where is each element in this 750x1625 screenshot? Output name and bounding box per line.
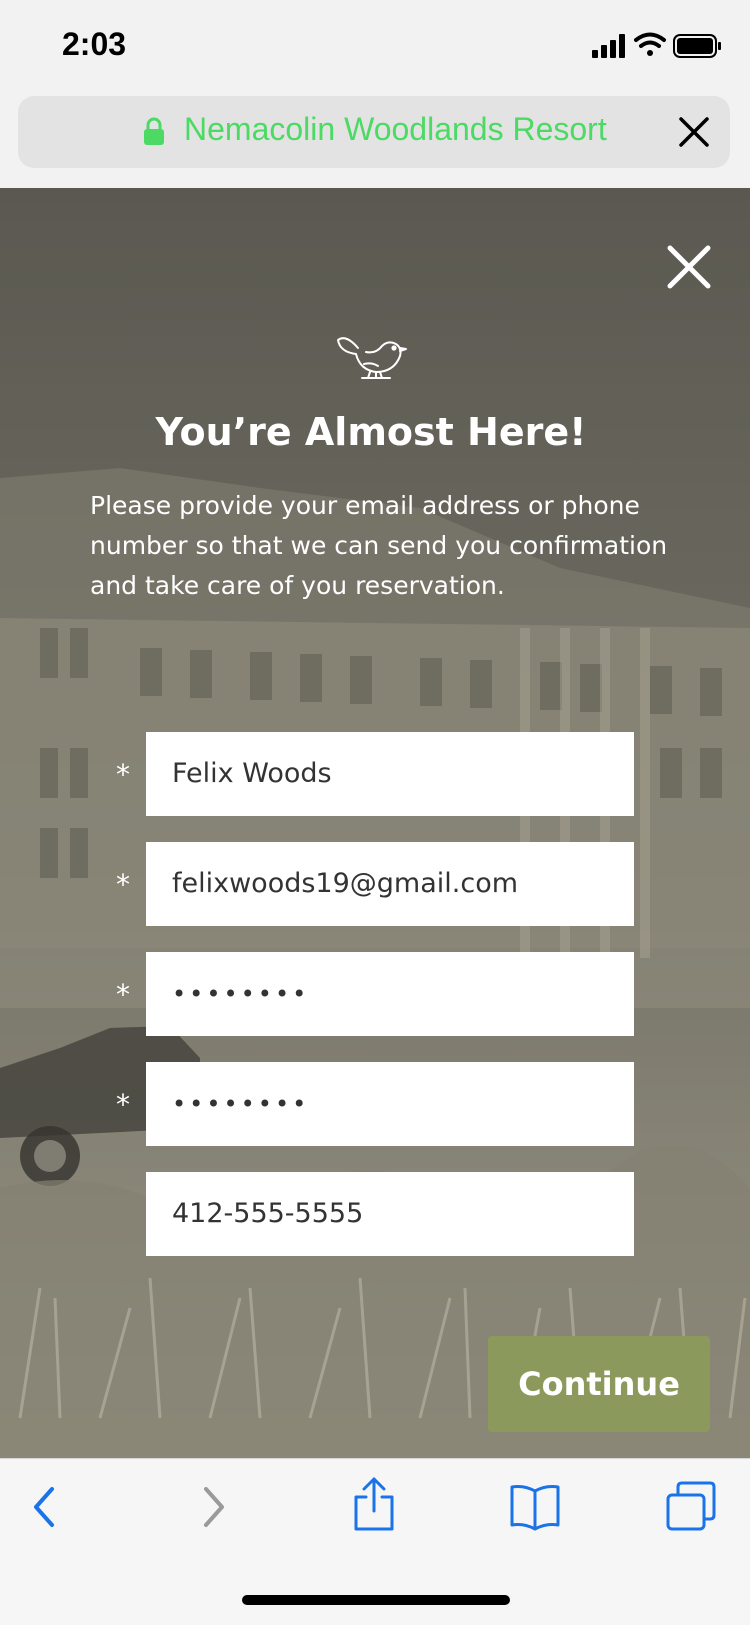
home-indicator[interactable] — [242, 1595, 510, 1605]
email-field[interactable]: felixwoods19@gmail.com — [146, 842, 634, 926]
continue-button[interactable]: Continue — [488, 1336, 710, 1432]
phone-field[interactable]: 412-555-5555 — [146, 1172, 634, 1256]
modal-description: Please provide your email address or pho… — [90, 491, 668, 600]
wifi-icon — [634, 32, 666, 56]
required-asterisk: * — [116, 868, 130, 901]
required-asterisk: * — [116, 1088, 130, 1121]
url-title[interactable]: Nemacolin Woodlands Resort — [184, 111, 607, 148]
battery-icon — [673, 34, 721, 58]
field-row-email: * felixwoods19@gmail.com — [0, 842, 750, 926]
field-row-phone: 412-555-5555 — [0, 1172, 750, 1256]
required-asterisk: * — [116, 758, 130, 791]
lock-icon — [142, 116, 166, 151]
tabs-icon[interactable] — [664, 1479, 718, 1538]
name-field[interactable]: Felix Woods — [146, 732, 634, 816]
confirm-password-field[interactable]: •••••••• — [146, 1062, 634, 1146]
field-row-confirm-password: * •••••••• — [0, 1062, 750, 1146]
close-modal-icon[interactable] — [666, 244, 712, 290]
share-icon[interactable] — [352, 1475, 396, 1538]
signal-icon — [592, 34, 625, 58]
field-row-password: * •••••••• — [0, 952, 750, 1036]
modal-overlay: You’re Almost Here! Please provide your … — [0, 188, 750, 1458]
status-icons — [592, 30, 722, 62]
forward-icon[interactable] — [198, 1485, 228, 1534]
field-row-name: * Felix Woods — [0, 732, 750, 816]
password-field[interactable]: •••••••• — [146, 952, 634, 1036]
required-asterisk: * — [116, 978, 130, 1011]
url-bar[interactable]: Nemacolin Woodlands Resort — [18, 96, 730, 168]
back-icon[interactable] — [30, 1485, 60, 1534]
bird-logo-icon — [336, 326, 416, 382]
bookmarks-icon[interactable] — [508, 1481, 562, 1536]
browser-toolbar — [0, 1458, 750, 1625]
modal-title: You’re Almost Here! — [155, 410, 587, 454]
status-time: 2:03 — [62, 26, 127, 62]
close-icon[interactable] — [676, 114, 712, 150]
status-bar: 2:03 — [0, 0, 750, 92]
